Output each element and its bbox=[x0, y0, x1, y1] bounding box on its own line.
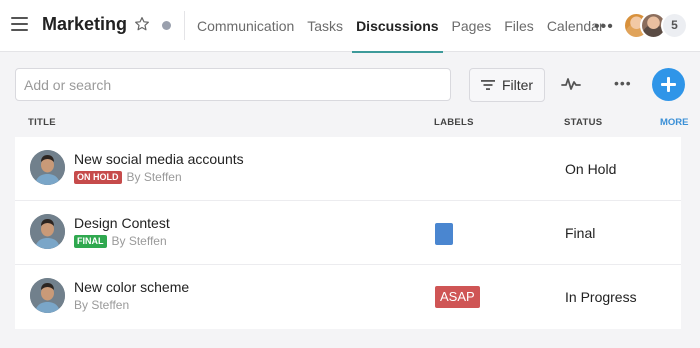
avatar bbox=[30, 150, 65, 185]
filter-icon bbox=[480, 80, 495, 90]
tab-tasks[interactable]: Tasks bbox=[307, 0, 343, 52]
header-divider bbox=[184, 11, 185, 40]
tab-files[interactable]: Files bbox=[504, 0, 534, 52]
discussion-list: New social media accounts ON HOLD By Ste… bbox=[15, 137, 681, 329]
star-icon[interactable] bbox=[134, 16, 150, 32]
tab-pages[interactable]: Pages bbox=[452, 0, 492, 52]
more-tabs-icon[interactable]: ••• bbox=[594, 18, 614, 36]
label-swatch[interactable] bbox=[435, 223, 453, 245]
search-input[interactable] bbox=[15, 68, 451, 101]
list-item[interactable]: New social media accounts ON HOLD By Ste… bbox=[15, 137, 681, 201]
avatar bbox=[30, 214, 65, 249]
column-status-header[interactable]: STATUS bbox=[564, 117, 602, 128]
tab-communication[interactable]: Communication bbox=[197, 0, 294, 52]
status-badge: ON HOLD bbox=[74, 170, 122, 184]
column-title-header[interactable]: TITLE bbox=[28, 117, 56, 128]
list-item[interactable]: New color scheme By Steffen ASAP In Prog… bbox=[15, 265, 681, 329]
discussion-title[interactable]: New social media accounts bbox=[74, 151, 244, 167]
discussion-title[interactable]: Design Contest bbox=[74, 215, 170, 231]
column-labels-header[interactable]: LABELS bbox=[434, 117, 474, 128]
discussion-title[interactable]: New color scheme bbox=[74, 279, 189, 295]
member-count-badge[interactable]: 5 bbox=[661, 12, 688, 39]
filter-label: Filter bbox=[501, 77, 534, 93]
author-byline: By Steffen bbox=[111, 234, 167, 248]
discussion-meta: ON HOLD By Steffen bbox=[74, 170, 182, 184]
tab-bar: Communication Tasks Discussions Pages Fi… bbox=[197, 0, 617, 53]
author-byline: By Steffen bbox=[126, 170, 182, 184]
status-badge: FINAL bbox=[74, 234, 107, 248]
top-bar: Marketing Communication Tasks Discussion… bbox=[0, 0, 700, 53]
label-tag[interactable]: ASAP bbox=[435, 286, 480, 308]
status-value[interactable]: On Hold bbox=[565, 161, 616, 177]
more-columns-link[interactable]: MORE bbox=[660, 117, 689, 128]
filter-button[interactable]: Filter bbox=[469, 68, 545, 102]
add-discussion-button[interactable] bbox=[652, 68, 685, 101]
author-byline: By Steffen bbox=[74, 298, 130, 312]
hamburger-icon[interactable] bbox=[11, 17, 28, 31]
list-item[interactable]: Design Contest FINAL By Steffen Final bbox=[15, 201, 681, 265]
status-dot bbox=[162, 21, 171, 30]
discussion-meta: By Steffen bbox=[74, 298, 129, 312]
activity-icon[interactable] bbox=[561, 74, 581, 94]
project-title: Marketing bbox=[42, 14, 128, 34]
discussion-meta: FINAL By Steffen bbox=[74, 234, 167, 248]
more-options-icon[interactable]: ••• bbox=[614, 75, 632, 91]
tab-discussions[interactable]: Discussions bbox=[352, 0, 444, 53]
avatar bbox=[30, 278, 65, 313]
status-value[interactable]: Final bbox=[565, 225, 595, 241]
status-value[interactable]: In Progress bbox=[565, 289, 637, 305]
